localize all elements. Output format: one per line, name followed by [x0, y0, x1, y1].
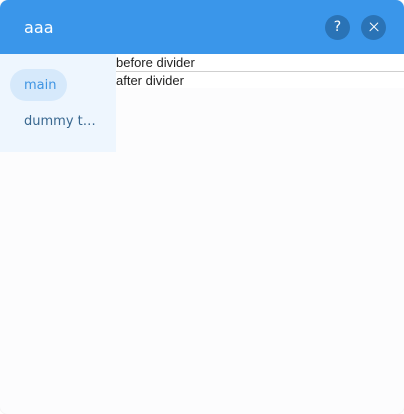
help-icon: ? [333, 19, 342, 35]
sidebar-item-main[interactable]: main [10, 69, 67, 101]
dialog-window: aaa ? main dummy t… before divider after… [0, 0, 404, 414]
content-panel: before divider after divider [116, 54, 404, 88]
dialog-header: aaa ? [0, 0, 404, 54]
sidebar: main dummy t… [0, 54, 116, 152]
after-divider-text: after divider [116, 73, 184, 88]
before-divider-text: before divider [116, 55, 195, 70]
sidebar-item-dummy[interactable]: dummy t… [10, 105, 106, 137]
dialog-title: aaa [24, 17, 54, 37]
help-button[interactable]: ? [325, 14, 350, 40]
header-actions: ? [325, 14, 386, 40]
close-icon [369, 22, 379, 32]
close-button[interactable] [361, 14, 386, 40]
